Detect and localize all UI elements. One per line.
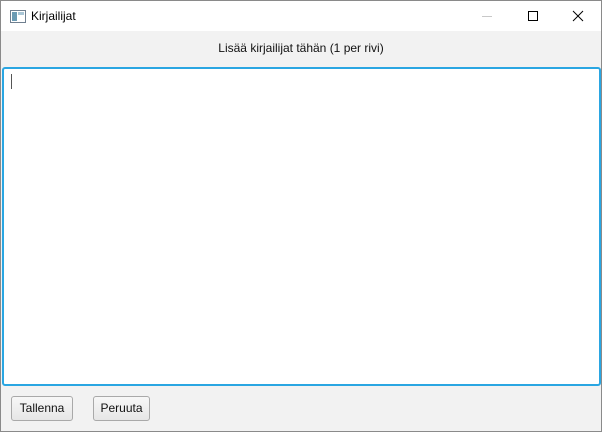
app-window-icon [10, 10, 26, 23]
authors-textarea-frame [2, 67, 601, 386]
save-button[interactable]: Tallenna [11, 396, 73, 421]
maximize-icon [528, 11, 538, 21]
dialog-window: Kirjailijat Lisää kirjailijat tähän (1 p… [0, 0, 602, 432]
text-caret [11, 74, 12, 89]
minimize-button[interactable] [464, 1, 510, 31]
close-button[interactable] [555, 1, 601, 31]
cancel-button[interactable]: Peruuta [93, 396, 150, 421]
instruction-label: Lisää kirjailijat tähän (1 per rivi) [218, 41, 384, 55]
title-bar[interactable]: Kirjailijat [1, 1, 601, 31]
authors-textarea[interactable] [4, 69, 599, 384]
window-title: Kirjailijat [31, 9, 76, 23]
minimize-icon [482, 16, 492, 17]
maximize-button[interactable] [510, 1, 556, 31]
close-icon [572, 10, 584, 22]
